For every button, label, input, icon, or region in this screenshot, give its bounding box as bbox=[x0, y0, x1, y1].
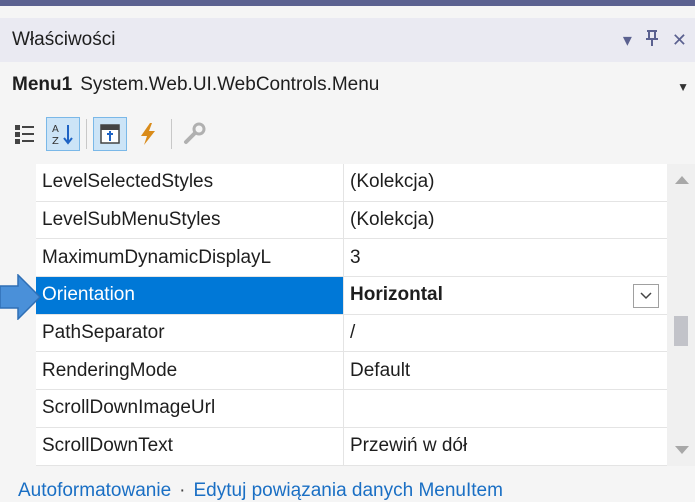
property-name: RenderingMode bbox=[36, 352, 344, 390]
property-pages-icon[interactable] bbox=[178, 117, 212, 151]
property-name: ScrollDownImageUrl bbox=[36, 390, 344, 427]
property-value[interactable]: / bbox=[344, 315, 667, 352]
property-value[interactable]: Przewiń w dół bbox=[344, 428, 667, 465]
commands-pane: Autoformatowanie · Edytuj powiązania danyc… bbox=[0, 466, 695, 502]
scroll-down-icon[interactable] bbox=[675, 446, 689, 454]
toolbar-separator bbox=[171, 119, 172, 149]
pointer-arrow-icon bbox=[0, 274, 42, 320]
close-icon[interactable]: ✕ bbox=[672, 30, 687, 51]
property-name: LevelSelectedStyles bbox=[36, 164, 344, 201]
property-name: LevelSubMenuStyles bbox=[36, 201, 344, 239]
property-value[interactable] bbox=[344, 390, 667, 427]
command-separator: · bbox=[179, 480, 186, 501]
property-name: ScrollDownText bbox=[36, 427, 344, 465]
categorized-icon[interactable] bbox=[8, 117, 42, 151]
property-row[interactable]: ScrollDownText Przewiń w dół bbox=[36, 427, 667, 466]
property-name: MaximumDynamicDisplayL bbox=[36, 239, 344, 277]
property-value[interactable]: Default bbox=[344, 352, 667, 389]
property-grid: LevelSelectedStyles (Kolekcja) LevelSubM… bbox=[0, 164, 695, 466]
panel-menu-icon[interactable]: ▾ bbox=[623, 30, 632, 51]
property-row[interactable]: RenderingMode Default bbox=[36, 352, 667, 391]
property-row[interactable]: MaximumDynamicDisplayL 3 bbox=[36, 239, 667, 278]
property-value[interactable]: (Kolekcja) bbox=[344, 202, 667, 239]
scroll-thumb[interactable] bbox=[674, 316, 688, 346]
property-name: PathSeparator bbox=[36, 314, 344, 352]
top-strip bbox=[0, 0, 695, 18]
property-value-combo[interactable]: Horizontal bbox=[344, 277, 667, 314]
window-accent-bar bbox=[0, 0, 695, 6]
property-value[interactable]: 3 bbox=[344, 239, 667, 276]
pin-icon[interactable] bbox=[644, 29, 660, 52]
autoformat-link[interactable]: Autoformatowanie bbox=[18, 480, 171, 501]
property-row[interactable]: PathSeparator / bbox=[36, 314, 667, 353]
commands-line: Autoformatowanie · Edytuj powiązania danyc… bbox=[18, 480, 503, 502]
properties-toolbar: A Z bbox=[0, 110, 695, 158]
property-row[interactable]: LevelSubMenuStyles (Kolekcja) bbox=[36, 201, 667, 240]
panel-titlebar: Właściwości ▾ ✕ bbox=[0, 18, 695, 62]
chevron-down-icon[interactable]: ▼ bbox=[677, 80, 689, 94]
property-row[interactable]: ScrollDownImageUrl bbox=[36, 390, 667, 428]
vertical-scrollbar[interactable] bbox=[667, 164, 695, 466]
chevron-down-icon bbox=[640, 292, 652, 300]
property-value: Horizontal bbox=[350, 284, 443, 306]
panel-title: Właściwości bbox=[12, 29, 116, 50]
svg-text:Z: Z bbox=[52, 136, 59, 146]
property-value[interactable]: (Kolekcja) bbox=[344, 164, 667, 201]
object-selector[interactable]: Menu1 System.Web.UI.WebControls.Menu ▼ bbox=[0, 62, 695, 108]
property-row[interactable]: LevelSelectedStyles (Kolekcja) bbox=[36, 164, 667, 202]
object-name: Menu1 bbox=[12, 74, 73, 95]
property-rows: LevelSelectedStyles (Kolekcja) LevelSubM… bbox=[36, 164, 667, 466]
scroll-up-icon[interactable] bbox=[675, 176, 689, 184]
edit-bindings-link[interactable]: Edytuj powiązania danych MenuItem bbox=[193, 480, 502, 501]
object-type: System.Web.UI.WebControls.Menu bbox=[80, 74, 380, 95]
dropdown-button[interactable] bbox=[633, 284, 659, 309]
toolbar-separator bbox=[86, 119, 87, 149]
alphabetical-icon[interactable]: A Z bbox=[46, 117, 80, 151]
property-row-selected[interactable]: Orientation Horizontal bbox=[36, 277, 667, 315]
svg-text:A: A bbox=[52, 124, 59, 135]
properties-icon[interactable] bbox=[93, 117, 127, 151]
panel-tools: ▾ ✕ bbox=[623, 18, 687, 62]
events-icon[interactable] bbox=[131, 117, 165, 151]
property-name: Orientation bbox=[36, 277, 344, 314]
